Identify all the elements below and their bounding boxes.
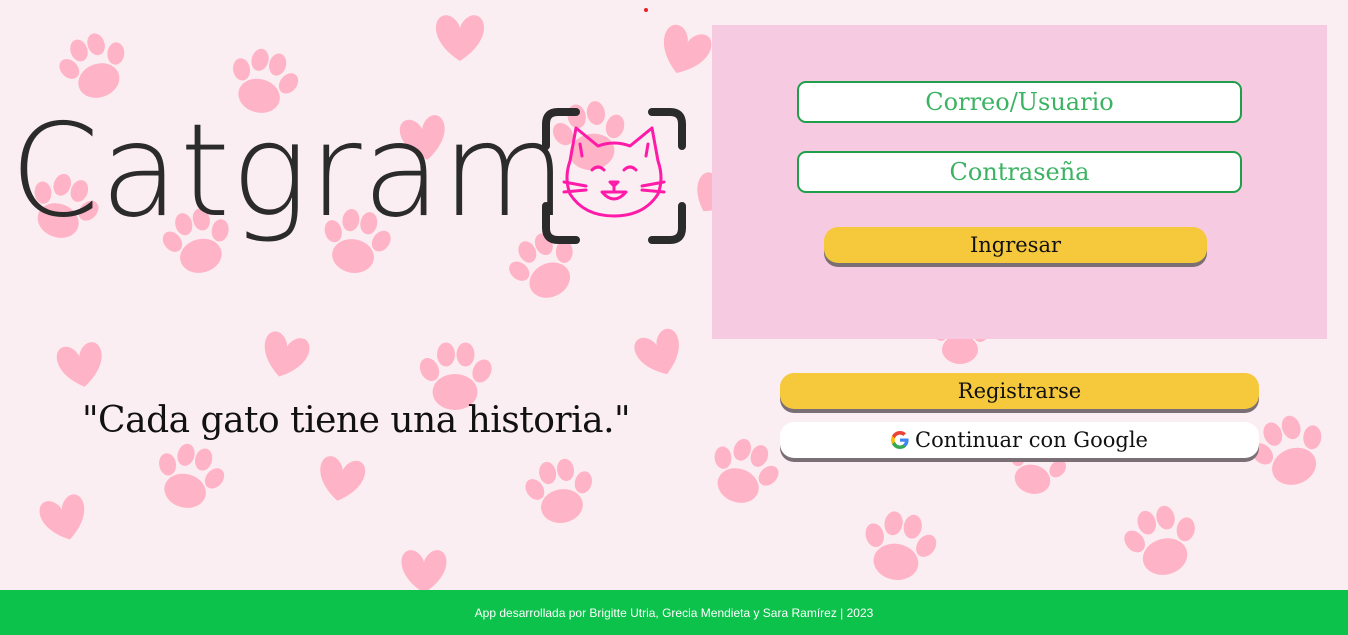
login-button[interactable]: Ingresar [824,227,1207,263]
cat-face-icon [542,108,686,244]
password-field [797,151,1242,193]
register-button[interactable]: Registrarse [780,373,1259,409]
google-icon [891,431,909,449]
password-input[interactable] [799,152,1240,192]
footer-credits: App desarrollada por Brigitte Utria, Gre… [474,605,874,620]
red-dot [644,8,648,12]
catgram-logo: Catgram [10,97,690,260]
google-signin-button[interactable]: Continuar con Google [780,422,1259,458]
login-panel: Ingresar [712,25,1327,339]
user-input[interactable] [799,82,1240,122]
google-button-label: Continuar con Google [915,428,1148,452]
logo-text: Catgram [10,97,568,246]
footer: App desarrollada por Brigitte Utria, Gre… [0,590,1348,635]
slogan: "Cada gato tiene una historia." [82,400,631,441]
user-field [797,81,1242,123]
